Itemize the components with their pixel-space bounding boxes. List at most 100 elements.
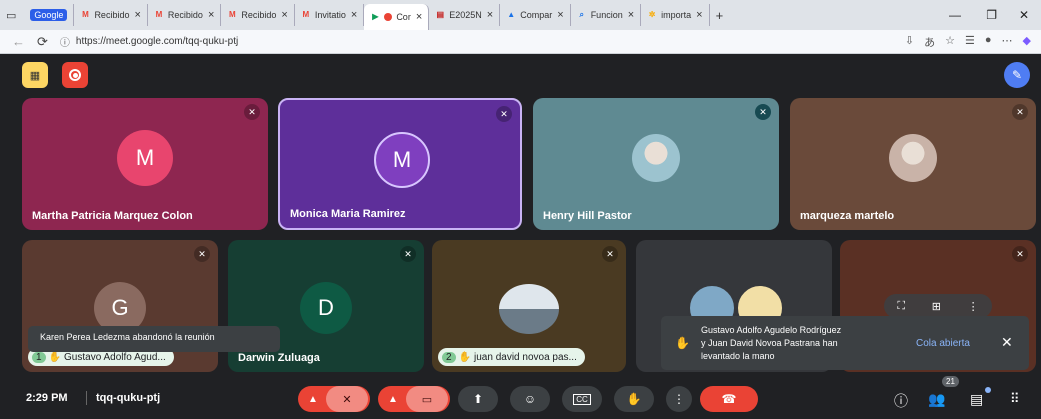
browser-tab[interactable]: ▤ E2025N × — [429, 4, 501, 26]
favorites-bar-icon[interactable]: ☰ — [965, 34, 975, 50]
tab-label: Recibido — [94, 10, 130, 20]
tab-label: Funcion — [590, 10, 623, 20]
close-tab-icon[interactable]: × — [487, 9, 493, 21]
avatar: M — [374, 132, 430, 188]
download-icon[interactable]: ⇩ — [905, 34, 914, 50]
recording-button[interactable] — [62, 62, 88, 88]
back-icon[interactable]: ← — [12, 34, 25, 49]
participant-tile[interactable]: D ✕ Darwin Zuluaga — [228, 240, 424, 372]
close-tab-icon[interactable]: × — [351, 9, 357, 21]
more-icon[interactable]: ⋯ — [1002, 34, 1013, 50]
participant-tile[interactable]: ✕ Henry Hill Pastor — [533, 98, 779, 230]
browser-tab[interactable]: ✲ importa × — [641, 4, 710, 26]
tab-label: Recibido — [241, 10, 277, 20]
captions-button[interactable]: CC — [562, 386, 602, 412]
hand-icon: ✋ — [675, 336, 690, 350]
end-call-button[interactable]: ☎ — [700, 386, 758, 412]
new-tab-button[interactable]: + — [716, 8, 724, 23]
hand-icon: ✋ — [458, 351, 472, 363]
close-tab-icon[interactable]: × — [134, 9, 140, 21]
tab-actions-icon[interactable]: ▭ — [6, 9, 16, 22]
reactions-button[interactable]: ☺ — [510, 386, 550, 412]
left-meeting-text: Karen Perea Ledezma abandonó la reunión — [40, 332, 215, 342]
raised-hand-badge: 2 ✋ juan david novoa pas... — [438, 348, 585, 366]
close-tab-icon[interactable]: × — [208, 9, 214, 21]
browser-tab[interactable]: M Recibido × — [74, 4, 148, 26]
audio-options-chevron-icon[interactable]: ▲ — [300, 394, 326, 405]
tab-label: Invitatio — [314, 10, 346, 20]
close-tab-icon[interactable]: × — [557, 9, 563, 21]
close-window-icon[interactable]: ✕ — [1019, 8, 1029, 22]
tab-label: Recibido — [167, 10, 203, 20]
browser-tab[interactable]: M Recibido × — [148, 4, 222, 26]
close-tab-icon[interactable]: × — [281, 9, 287, 21]
more-options-button[interactable]: ⋮ — [666, 386, 692, 412]
participant-tile[interactable]: M ✕ Martha Patricia Marquez Colon — [22, 98, 268, 230]
browser-tab[interactable]: ⌕ Funcion × — [571, 4, 642, 26]
participant-tile[interactable]: M ✕ Monica Maria Ramirez — [278, 98, 522, 230]
participant-tile[interactable]: G ✕ 1 ✋ Gustavo Adolfo Agud... — [22, 240, 218, 372]
close-tab-icon[interactable]: × — [628, 9, 634, 21]
activities-button[interactable]: ▦ — [22, 62, 48, 88]
close-tab-icon[interactable]: × — [416, 11, 422, 23]
close-tab-icon[interactable]: × — [696, 9, 702, 21]
participant-tile[interactable]: ✕ 2 ✋ juan david novoa pas... — [432, 240, 626, 372]
favorite-icon[interactable]: ☆ — [945, 34, 955, 50]
copilot-icon[interactable]: ◆ — [1023, 34, 1031, 50]
meeting-info-icon[interactable]: ⓘ — [894, 391, 908, 411]
close-toast-icon[interactable]: ✕ — [1001, 334, 1013, 351]
pin-icon[interactable]: ⊞ — [932, 300, 941, 313]
address-bar: ← ⟳ ⓘ https://meet.google.com/tqq-quku-p… — [0, 30, 1041, 54]
participant-tile[interactable]: ✕ marqueza martelo — [790, 98, 1036, 230]
url-field[interactable]: https://meet.google.com/tqq-quku-ptj — [76, 36, 238, 47]
participant-name: Henry Hill Pastor — [543, 210, 632, 222]
restore-icon[interactable]: ❐ — [986, 8, 997, 22]
participant-name: Monica Maria Ramirez — [290, 208, 406, 220]
muted-mic-icon: ✕ — [496, 106, 512, 122]
participant-name: Martha Patricia Marquez Colon — [32, 210, 193, 222]
camera-group: ▲ ▭ — [378, 386, 450, 412]
site-info-icon[interactable]: ⓘ — [60, 34, 70, 49]
participant-name: marqueza martelo — [800, 210, 895, 222]
minimize-icon[interactable]: — — [949, 8, 961, 22]
browser-tab-bar: ▭ Google M Recibido × M Recibido × M Recibido × M I… — [0, 0, 1041, 30]
bookmark-icon: ✲ — [648, 10, 656, 19]
recording-indicator-icon — [384, 13, 393, 21]
captions-icon: CC — [573, 393, 591, 405]
hand-queue-number: 2 — [442, 351, 456, 363]
drive-icon: ▲ — [507, 10, 516, 19]
meeting-code: tqq-quku-ptj — [96, 392, 161, 404]
avatar-photo — [632, 134, 680, 182]
more-vert-icon[interactable]: ⋮ — [968, 300, 979, 313]
search-icon: ⌕ — [579, 10, 584, 19]
raise-hand-button[interactable]: ✋ — [614, 386, 654, 412]
browser-tab[interactable]: M Invitatio × — [295, 4, 365, 26]
frame-icon[interactable]: ⛶ — [897, 300, 905, 313]
raised-hands-line-3: levantado la mano — [701, 351, 775, 361]
gmail-icon: M — [82, 10, 89, 19]
meet-icon: ▶ — [372, 12, 379, 21]
edit-button[interactable]: ✎ — [1004, 62, 1030, 88]
present-button[interactable]: ⬆ — [458, 386, 498, 412]
mic-off-icon[interactable]: ✕ — [326, 386, 368, 412]
browser-tab[interactable]: ▲ Compar × — [500, 4, 571, 26]
activities-grid-icon[interactable]: ⠿ — [1010, 391, 1020, 407]
participant-name: Darwin Zuluaga — [238, 352, 320, 364]
camera-off-icon[interactable]: ▭ — [406, 386, 448, 412]
chat-icon[interactable]: ▤ — [970, 391, 983, 408]
browser-tab[interactable]: Google — [24, 4, 75, 26]
translate-icon[interactable]: あ — [924, 34, 935, 50]
open-queue-link[interactable]: Cola abierta — [916, 338, 970, 349]
video-options-chevron-icon[interactable]: ▲ — [380, 394, 406, 405]
participants-icon[interactable]: 👥 — [928, 391, 945, 408]
gmail-icon: M — [229, 10, 236, 19]
reload-icon[interactable]: ⟳ — [37, 34, 48, 50]
hand-icon: ✋ — [48, 351, 62, 363]
mic-group: ▲ ✕ — [298, 386, 370, 412]
participant-count-badge: 21 — [942, 376, 959, 387]
browser-tab[interactable]: M Recibido × — [221, 4, 295, 26]
browser-tab[interactable]: ▶ Cor × — [364, 4, 430, 30]
profile-icon[interactable]: ● — [985, 34, 992, 50]
bottom-bar: 2:29 PM tqq-quku-ptj ▲ ✕ ▲ ▭ ⬆ ☺ CC ✋ ⋮ … — [0, 374, 1041, 419]
more-vert-icon: ⋮ — [673, 392, 685, 406]
